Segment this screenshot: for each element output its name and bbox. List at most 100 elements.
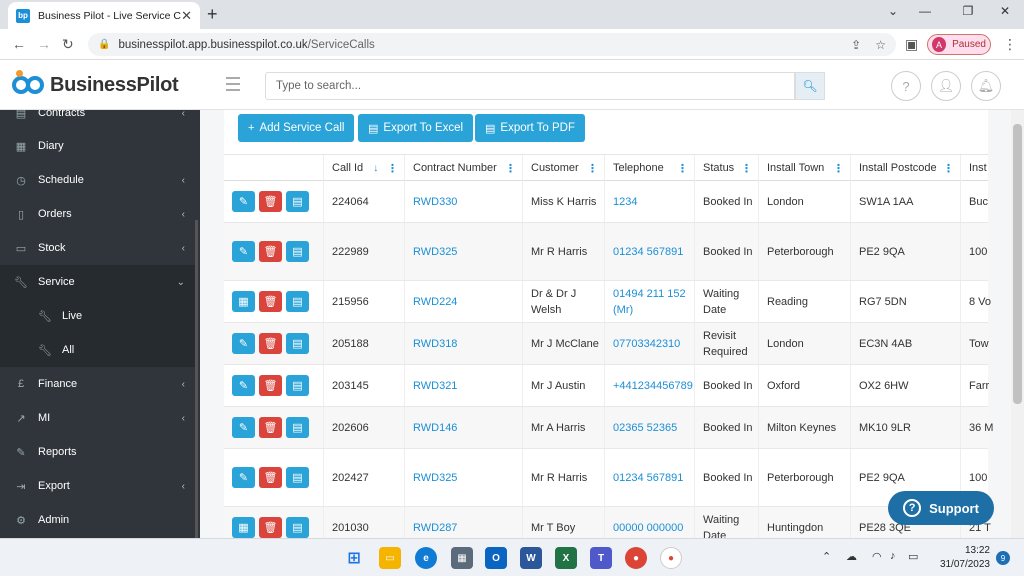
delete-button[interactable]: 🗑︎ xyxy=(259,191,282,212)
column-menu-icon[interactable]: ⋮ xyxy=(833,162,844,175)
clock[interactable]: 13:22 31/07/2023 xyxy=(930,544,990,572)
table-row[interactable]: ✎ 🗑︎ ▤ 205188 RWD318 Mr J McClane 07703342310 R… xyxy=(224,323,989,365)
page-scrollbar[interactable] xyxy=(1011,110,1024,538)
reload-icon[interactable]: ↻ xyxy=(62,36,74,53)
table-row[interactable]: ✎ 🗑︎ ▤ 202606 RWD146 Mr A Harris 02365 52365 Bo… xyxy=(224,407,993,449)
store-icon[interactable]: ▦ xyxy=(451,547,473,569)
minimize-icon[interactable]: — xyxy=(910,4,940,18)
sidepanel-icon[interactable]: ▣ xyxy=(905,36,918,53)
url-field[interactable]: 🔒 businesspilot.app.businesspilot.co.uk/… xyxy=(88,33,896,56)
cell-contract[interactable]: RWD318 xyxy=(405,323,523,364)
sidebar-item-orders[interactable]: ▯ Orders ‹ xyxy=(0,197,195,231)
user-button[interactable]: 👤︎ xyxy=(931,71,961,101)
column-header-contract-number[interactable]: Contract Number ⋮ xyxy=(405,155,523,181)
table-row[interactable]: ✎ 🗑︎ ▤ 224064 RWD330 Miss K Harris 1234 Booked … xyxy=(224,181,988,223)
battery-icon[interactable]: ▭ xyxy=(908,550,918,563)
edit-button[interactable]: ✎ xyxy=(232,241,255,262)
cloud-icon[interactable]: ☁ xyxy=(846,550,857,563)
pdf-button[interactable]: ▤ xyxy=(286,467,309,488)
browser-tab[interactable]: bp Business Pilot - Live Service Calls ✕ xyxy=(8,2,200,29)
pdf-button[interactable]: ▤ xyxy=(286,417,309,438)
help-button[interactable]: ? xyxy=(891,71,921,101)
table-row[interactable]: ▦ 🗑︎ ▤ 215956 RWD224 Dr & Dr J Welsh 01494 211… xyxy=(224,281,991,323)
sidebar-item-admin[interactable]: ⚙ Admin xyxy=(0,503,195,537)
column-menu-icon[interactable]: ⋮ xyxy=(587,162,598,175)
edit-button[interactable]: ✎ xyxy=(232,191,255,212)
sidebar-item-diary[interactable]: ▦ Diary xyxy=(0,129,195,163)
edit-button[interactable]: ✎ xyxy=(232,375,255,396)
column-header-customer[interactable]: Customer ⋮ xyxy=(523,155,605,181)
cell-telephone[interactable]: 01234 567891 xyxy=(605,449,695,506)
sidebar-item-mi[interactable]: ↗ MI ‹ xyxy=(0,401,195,435)
table-row[interactable]: ✎ 🗑︎ ▤ 222989 RWD325 Mr R Harris 01234 567891 B… xyxy=(224,223,988,281)
delete-button[interactable]: 🗑︎ xyxy=(259,375,282,396)
column-header-call-id[interactable]: Call Id ↓ ⋮ xyxy=(324,155,405,181)
new-tab-icon[interactable]: + xyxy=(207,4,218,25)
delete-button[interactable]: 🗑︎ xyxy=(259,467,282,488)
column-menu-icon[interactable]: ⋮ xyxy=(741,162,752,175)
column-header-status[interactable]: Status ⋮ xyxy=(695,155,759,181)
cell-telephone[interactable]: 1234 xyxy=(605,181,695,222)
chrome-profile-icon[interactable]: ● xyxy=(660,547,682,569)
share-icon[interactable]: ⇪ xyxy=(851,38,861,52)
schedule-button[interactable]: ▦ xyxy=(232,517,255,538)
chrome-icon[interactable]: ● xyxy=(625,547,647,569)
delete-button[interactable]: 🗑︎ xyxy=(259,291,282,312)
column-menu-icon[interactable]: ⋮ xyxy=(677,162,688,175)
table-row[interactable]: ✎ 🗑︎ ▤ 203145 RWD321 Mr J Austin +441234456789… xyxy=(224,365,989,407)
column-menu-icon[interactable]: ⋮ xyxy=(505,162,516,175)
sidebar-item-stock[interactable]: ▭ Stock ‹ xyxy=(0,231,195,265)
volume-icon[interactable]: ♪ xyxy=(890,550,896,562)
pdf-button[interactable]: ▤ xyxy=(286,333,309,354)
edge-icon[interactable]: e xyxy=(415,547,437,569)
back-icon[interactable]: ← xyxy=(12,36,26,52)
delete-button[interactable]: 🗑︎ xyxy=(259,517,282,538)
cell-contract[interactable]: RWD224 xyxy=(405,281,523,322)
sidebar-item-all[interactable]: 🔧︎ All xyxy=(0,333,195,367)
wifi-icon[interactable]: ◠ xyxy=(872,550,882,563)
windows-start-icon[interactable]: ⊞ xyxy=(343,547,365,569)
cell-contract[interactable]: RWD287 xyxy=(405,507,523,538)
pdf-button[interactable]: ▤ xyxy=(286,375,309,396)
export-excel-button[interactable]: ▤ Export To Excel xyxy=(358,114,474,142)
sidebar-item-contracts[interactable]: ▤ Contracts ‹ xyxy=(0,110,195,130)
scrollbar-thumb[interactable] xyxy=(1013,124,1022,404)
cell-contract[interactable]: RWD325 xyxy=(405,223,523,280)
edit-button[interactable]: ✎ xyxy=(232,467,255,488)
close-tab-icon[interactable]: ✕ xyxy=(181,8,192,24)
column-header-inst[interactable]: Inst xyxy=(961,155,1001,181)
cell-telephone[interactable]: 00000 000000 xyxy=(605,507,695,538)
sidebar-item-reports[interactable]: ✎ Reports xyxy=(0,435,195,469)
column-header-install-postcode[interactable]: Install Postcode ⋮ xyxy=(851,155,961,181)
column-menu-icon[interactable]: ⋮ xyxy=(943,162,954,175)
notification-badge[interactable]: 9 xyxy=(996,551,1010,565)
column-menu-icon[interactable]: ⋮ xyxy=(387,162,398,175)
sort-down-icon[interactable]: ↓ xyxy=(373,163,378,174)
sidebar-item-export[interactable]: ⇥ Export ‹ xyxy=(0,469,195,503)
notifications-button[interactable]: 🔔︎ xyxy=(971,71,1001,101)
delete-button[interactable]: 🗑︎ xyxy=(259,417,282,438)
teams-icon[interactable]: T xyxy=(590,547,612,569)
sidebar-item-finance[interactable]: £ Finance ‹ xyxy=(0,367,195,401)
cell-contract[interactable]: RWD330 xyxy=(405,181,523,222)
cell-telephone[interactable]: 01234 567891 xyxy=(605,223,695,280)
profile-button[interactable]: A Paused xyxy=(927,34,991,55)
cell-telephone[interactable]: 02365 52365 xyxy=(605,407,695,448)
sidebar-item-service[interactable]: 🔧︎ Service ⌄ xyxy=(0,265,195,299)
sidebar-item-schedule[interactable]: ◷ Schedule ‹ xyxy=(0,163,195,197)
menu-dots-icon[interactable]: ⋮ xyxy=(1003,36,1017,53)
pdf-button[interactable]: ▤ xyxy=(286,517,309,538)
excel-icon[interactable]: X xyxy=(555,547,577,569)
search-input[interactable]: Type to search... xyxy=(265,72,795,100)
tray-chevron-icon[interactable]: ⌃ xyxy=(822,550,831,563)
file-explorer-icon[interactable]: ▭ xyxy=(379,547,401,569)
chevron-down-icon[interactable]: ⌄ xyxy=(878,4,908,18)
export-pdf-button[interactable]: ▤ Export To PDF xyxy=(475,114,585,142)
restore-icon[interactable]: ❐ xyxy=(953,4,983,18)
support-button[interactable]: ? Support xyxy=(888,491,994,525)
cell-telephone[interactable]: 07703342310 xyxy=(605,323,695,364)
bookmark-star-icon[interactable]: ☆ xyxy=(875,38,886,52)
hamburger-menu-icon[interactable] xyxy=(226,77,240,95)
pdf-button[interactable]: ▤ xyxy=(286,291,309,312)
outlook-icon[interactable]: O xyxy=(485,547,507,569)
